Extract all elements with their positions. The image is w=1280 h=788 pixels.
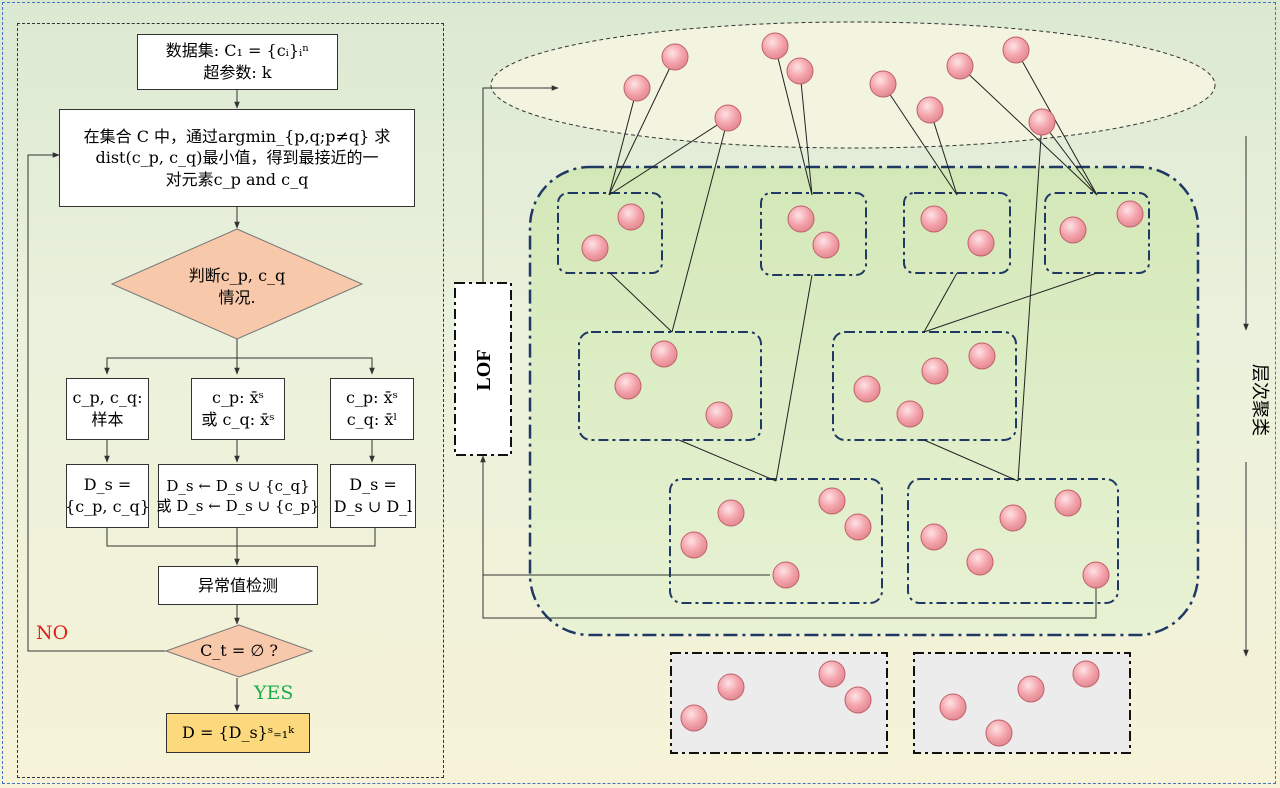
data-point	[581, 234, 609, 262]
case-right-line-1: c_p: x̄ˢ	[345, 388, 399, 408]
decision-line-1: 判断c_p, c_q	[188, 266, 286, 285]
data-point	[717, 673, 745, 701]
no-label: NO	[36, 622, 69, 644]
data-point	[717, 499, 745, 527]
data-point	[896, 400, 924, 428]
merge-mid-line-1: D_s ← D_s ∪ {c_q}	[166, 476, 310, 495]
data-point	[680, 704, 708, 732]
condition-label: C_t = ∅ ?	[200, 641, 278, 660]
data-point	[1116, 200, 1144, 228]
step-line-1: 在集合 C 中，通过argmin_{p,q;p≠q} 求	[83, 126, 391, 146]
result-label: D = {D_s}ˢ₌₁ᵏ	[182, 723, 294, 743]
data-point	[786, 57, 814, 85]
data-point	[916, 96, 944, 124]
data-point	[818, 487, 846, 515]
data-point	[1017, 675, 1045, 703]
data-point	[1059, 216, 1087, 244]
data-point	[939, 693, 967, 721]
case-mid-line-2: 或 c_q: x̄ˢ	[201, 410, 275, 429]
merge-right-line-2: D_s ∪ D_l	[333, 497, 413, 516]
data-point	[921, 357, 949, 385]
case-left-line-1: c_p, c_q:	[72, 388, 143, 408]
data-point	[787, 205, 815, 233]
outlier-detection-box: 异常值检测	[158, 566, 318, 605]
merge-mid-box: D_s ← D_s ∪ {c_q} 或 D_s ← D_s ∪ {c_p}	[156, 464, 320, 528]
decision-text: 判断c_p, c_q 情况.	[167, 265, 307, 310]
data-point	[705, 401, 733, 429]
data-point	[920, 205, 948, 233]
data-point	[680, 531, 708, 559]
data-point	[968, 342, 996, 370]
merge-right-line-1: D_s =	[349, 475, 397, 495]
data-point	[614, 372, 642, 400]
case-right-line-2: c_q: x̄ˡ	[346, 410, 398, 429]
case-mid-box: c_p: x̄ˢ 或 c_q: x̄ˢ	[191, 378, 285, 440]
final-clusters	[670, 652, 1131, 754]
outlier-ellipse	[490, 21, 1216, 149]
data-point	[844, 513, 872, 541]
data-point	[772, 561, 800, 589]
data-point	[1028, 108, 1056, 136]
merge-left-line-2: {c_p, c_q}	[65, 497, 150, 516]
yes-label: YES	[254, 682, 294, 704]
data-point	[1002, 36, 1030, 64]
outlier-label: 异常值检测	[197, 575, 278, 595]
data-point	[853, 375, 881, 403]
data-point	[869, 70, 897, 98]
data-point	[761, 32, 789, 60]
merge-left-box: D_s = {c_p, c_q}	[65, 464, 150, 528]
data-point	[999, 504, 1027, 532]
decision-line-2: 情况.	[218, 288, 256, 308]
data-point	[844, 686, 872, 714]
data-point	[714, 104, 742, 132]
case-left-box: c_p, c_q: 样本	[66, 378, 149, 440]
input-dataset: 数据集: C₁ = {cᵢ}ᵢⁿ	[165, 41, 310, 61]
case-left-line-2: 样本	[91, 410, 124, 429]
data-point	[1072, 660, 1100, 688]
case-right-box: c_p: x̄ˢ c_q: x̄ˡ	[330, 378, 414, 440]
data-point	[966, 548, 994, 576]
data-point	[985, 719, 1013, 747]
lof-label: LOF	[473, 349, 495, 390]
data-point	[812, 231, 840, 259]
merge-mid-line-2: 或 D_s ← D_s ∪ {c_p}	[156, 497, 320, 515]
data-point	[650, 340, 678, 368]
direction-label: 层次聚类	[1249, 364, 1270, 436]
min-distance-box: 在集合 C 中，通过argmin_{p,q;p≠q} 求 dist(c_p, c…	[59, 109, 415, 207]
merge-left-line-1: D_s =	[83, 475, 132, 495]
merge-right-box: D_s = D_s ∪ D_l	[330, 464, 416, 528]
data-point	[623, 74, 651, 102]
condition-text: C_t = ∅ ?	[179, 640, 299, 662]
data-point	[661, 43, 689, 71]
data-point	[617, 203, 645, 231]
data-point	[967, 229, 995, 257]
step-line-2: dist(c_p, c_q)最小值，得到最接近的一	[95, 148, 379, 168]
input-hyperparam: 超参数: k	[203, 63, 272, 82]
result-box: D = {D_s}ˢ₌₁ᵏ	[166, 713, 310, 753]
data-point	[818, 660, 846, 688]
data-point	[946, 52, 974, 80]
input-box: 数据集: C₁ = {cᵢ}ᵢⁿ 超参数: k	[137, 34, 338, 90]
data-point	[1054, 489, 1082, 517]
data-point	[920, 523, 948, 551]
case-mid-line-1: c_p: x̄ˢ	[211, 388, 265, 408]
step-line-3: 对元素c_p and c_q	[165, 169, 309, 189]
data-point	[1082, 561, 1110, 589]
